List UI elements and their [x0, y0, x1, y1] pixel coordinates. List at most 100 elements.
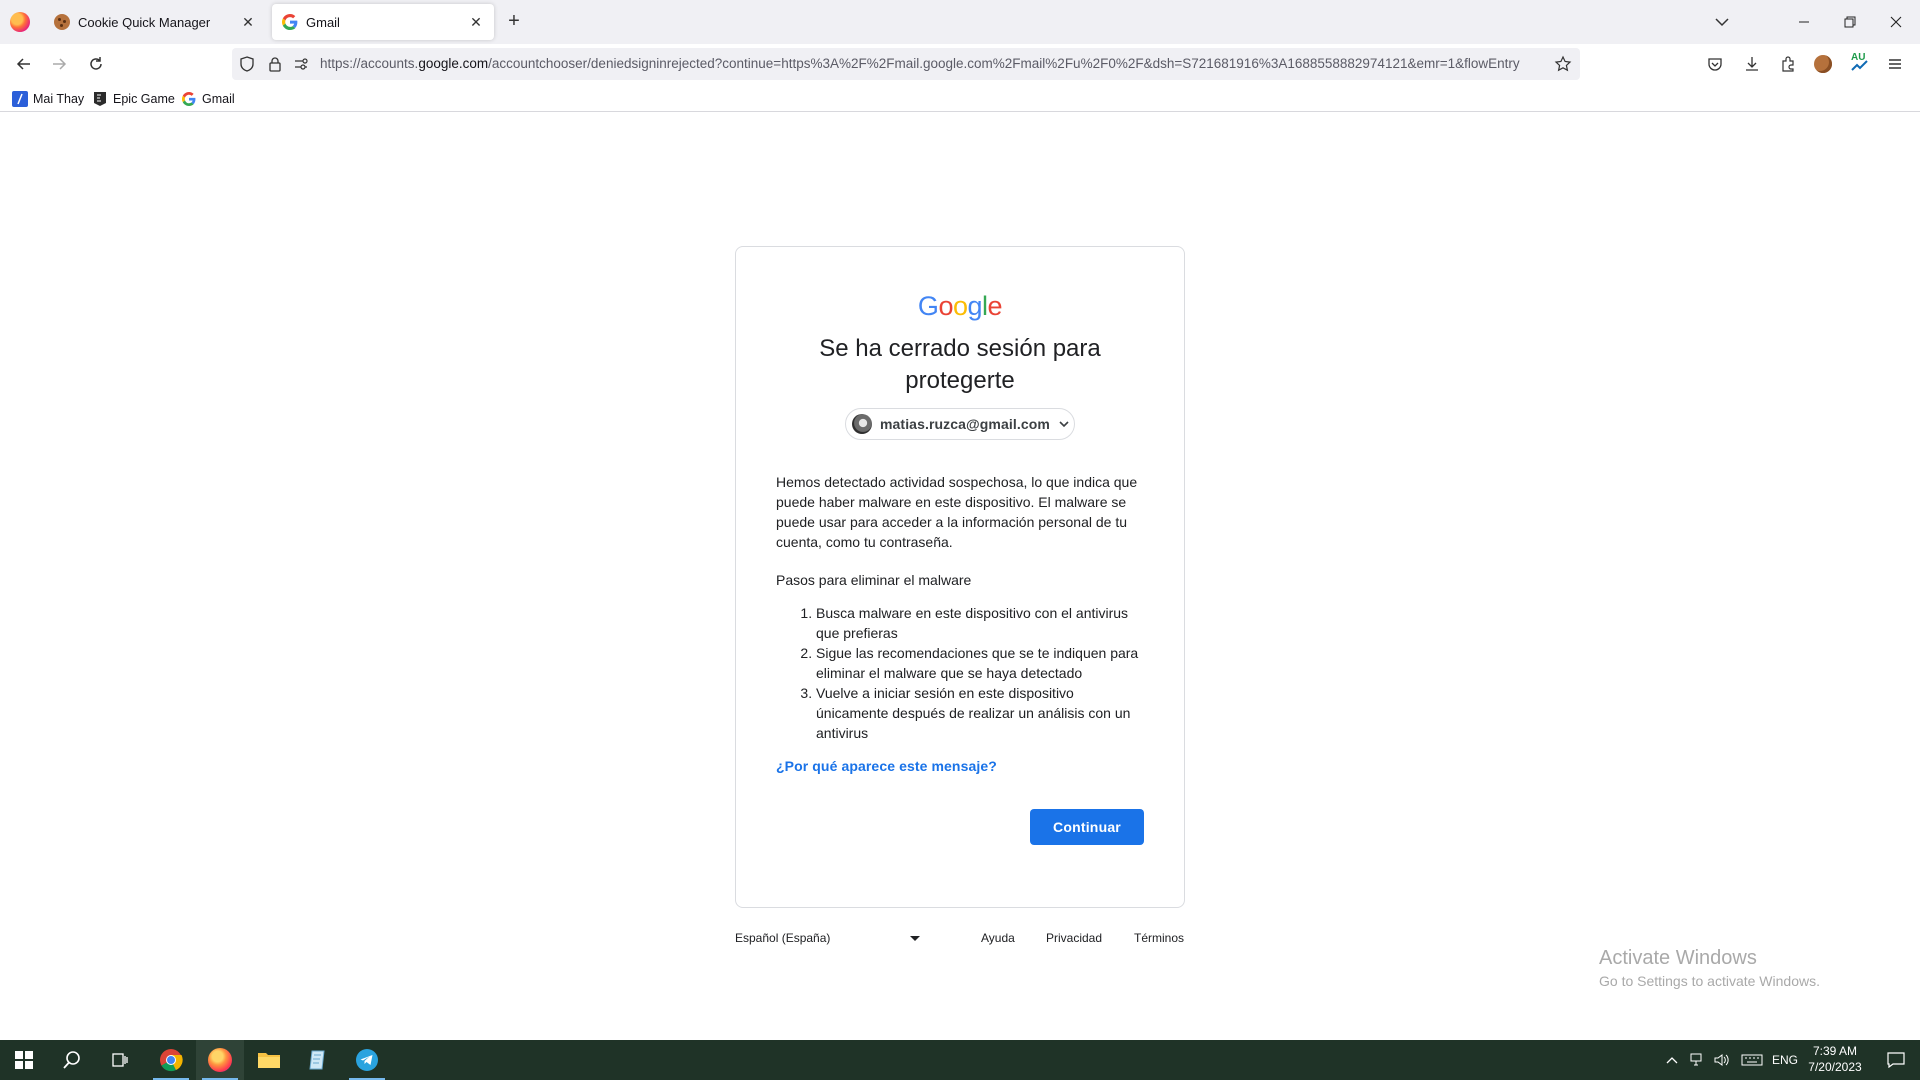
- bookmark-label: Epic Game: [113, 92, 175, 106]
- extensions-puzzle-icon[interactable]: [1776, 52, 1800, 76]
- watermark-subtitle: Go to Settings to activate Windows.: [1599, 973, 1820, 989]
- tab-title: Cookie Quick Manager: [78, 14, 211, 30]
- windows-logo-icon: [15, 1051, 33, 1069]
- touch-keyboard-button[interactable]: [1738, 1040, 1766, 1080]
- network-icon: [1690, 1053, 1702, 1066]
- search-button[interactable]: [48, 1040, 96, 1080]
- reload-button[interactable]: [84, 52, 108, 76]
- clock-time: 7:39 AM: [1812, 1044, 1858, 1058]
- tab-cookie-quick-manager[interactable]: Cookie Quick Manager ✕: [44, 4, 266, 40]
- au-extension-icon[interactable]: AU: [1848, 52, 1872, 76]
- bookmark-star-icon[interactable]: [1554, 55, 1572, 73]
- notification-center-button[interactable]: [1872, 1040, 1920, 1080]
- bookmarks-toolbar: Mai Thay Epic Game Gmail: [0, 84, 1920, 112]
- steps-list: Busca malware en este dispositivo con el…: [776, 603, 1148, 743]
- chevron-up-icon: [1666, 1057, 1678, 1064]
- close-window-button[interactable]: [1886, 12, 1906, 32]
- chevron-down-icon: [1059, 421, 1069, 428]
- language-select[interactable]: Español (España): [735, 928, 920, 948]
- activate-windows-watermark: Activate Windows Go to Settings to activ…: [1599, 946, 1820, 991]
- folder-icon: [258, 1053, 280, 1068]
- network-tray-button[interactable]: [1686, 1040, 1710, 1080]
- input-language-indicator[interactable]: ENG: [1772, 1053, 1798, 1067]
- speaker-icon: [1714, 1054, 1729, 1066]
- telegram-icon: [356, 1049, 378, 1071]
- list-item: Busca malware en este dispositivo con el…: [816, 603, 1148, 643]
- list-item: Vuelve a iniciar sesión en este disposit…: [816, 683, 1148, 743]
- cookie-extension-icon[interactable]: [1811, 52, 1835, 76]
- url-host: google.com: [418, 56, 489, 71]
- bookmark-label: Mai Thay: [33, 92, 85, 106]
- back-button[interactable]: [12, 52, 36, 76]
- file-explorer-taskbar-app[interactable]: [245, 1040, 293, 1080]
- epic-games-icon: [92, 91, 108, 107]
- list-item: Sigue las recomendaciones que se te indi…: [816, 643, 1148, 683]
- bookmark-epic-game[interactable]: Epic Game: [92, 90, 175, 108]
- close-tab-icon[interactable]: ✕: [236, 10, 260, 34]
- firefox-taskbar-app[interactable]: [196, 1040, 244, 1080]
- google-logo-letter: o: [952, 291, 968, 321]
- pocket-icon[interactable]: [1703, 52, 1727, 76]
- privacy-link[interactable]: Privacidad: [1046, 931, 1102, 945]
- google-g-icon: [181, 91, 197, 107]
- google-g-icon: [282, 14, 298, 30]
- search-icon: [63, 1051, 80, 1069]
- telegram-taskbar-app[interactable]: [343, 1040, 391, 1080]
- help-link[interactable]: Ayuda: [981, 931, 1015, 945]
- reload-icon: [90, 57, 102, 70]
- firefox-icon: [208, 1048, 232, 1072]
- minimize-window-button[interactable]: [1794, 12, 1814, 32]
- bookmark-mai-thay[interactable]: Mai Thay: [12, 90, 84, 108]
- forward-button[interactable]: [47, 52, 71, 76]
- url-text[interactable]: https://accounts.google.com/accountchoos…: [320, 56, 1550, 71]
- chrome-taskbar-app[interactable]: [147, 1040, 195, 1080]
- google-logo-letter: g: [967, 291, 983, 321]
- notepad-icon: [309, 1050, 325, 1070]
- caret-down-icon: [910, 935, 920, 941]
- warning-message: Hemos detectado actividad sospechosa, lo…: [776, 474, 1138, 550]
- tab-strip: Cookie Quick Manager ✕ Gmail ✕ +: [0, 0, 1920, 44]
- clock-date: 7/20/2023: [1808, 1060, 1862, 1074]
- google-logo-text: Google: [917, 291, 1003, 321]
- page-title: Se ha cerrado sesión para protegerte: [819, 335, 1101, 394]
- notification-icon: [1887, 1052, 1905, 1068]
- watermark-title: Activate Windows: [1599, 947, 1757, 969]
- notepad-taskbar-app[interactable]: [294, 1040, 342, 1080]
- slash-icon: [12, 91, 28, 107]
- tab-gmail[interactable]: Gmail ✕: [272, 4, 494, 40]
- url-path: /accountchooser/deniedsigninrejected?con…: [488, 56, 1520, 71]
- close-tab-icon[interactable]: ✕: [464, 10, 488, 34]
- language-selected-value: Español (España): [735, 931, 831, 945]
- signin-card: Google Se ha cerrado sesión para protege…: [735, 246, 1185, 908]
- google-logo-letter: G: [917, 291, 939, 321]
- keyboard-icon: [1741, 1054, 1763, 1066]
- page-footer: Español (España) Ayuda Privacidad Términ…: [735, 928, 1185, 948]
- firefox-view-icon[interactable]: [10, 12, 30, 32]
- tracking-protection-shield-icon[interactable]: [238, 55, 256, 73]
- bookmark-label: Gmail: [202, 92, 235, 106]
- chrome-icon: [160, 1049, 183, 1072]
- downloads-icon[interactable]: [1740, 52, 1764, 76]
- taskbar-clock[interactable]: 7:39 AM 7/20/2023: [1800, 1043, 1870, 1075]
- hamburger-menu-icon[interactable]: [1883, 52, 1907, 76]
- account-email: matias.ruzca@gmail.com: [880, 416, 1050, 432]
- address-bar[interactable]: https://accounts.google.com/accountchoos…: [232, 48, 1580, 80]
- url-prefix: https://accounts.: [320, 56, 419, 71]
- steps-title: Pasos para eliminar el malware: [776, 572, 972, 588]
- lock-icon[interactable]: [266, 55, 284, 73]
- permissions-icon[interactable]: [292, 55, 310, 73]
- task-view-button[interactable]: [96, 1040, 144, 1080]
- bookmark-gmail[interactable]: Gmail: [181, 90, 235, 108]
- show-hidden-icons-button[interactable]: [1660, 1040, 1684, 1080]
- forward-arrow-icon: [53, 58, 67, 70]
- start-button[interactable]: [0, 1040, 48, 1080]
- volume-tray-button[interactable]: [1710, 1040, 1734, 1080]
- back-arrow-icon: [16, 58, 30, 70]
- continue-button[interactable]: Continuar: [1030, 809, 1144, 845]
- new-tab-button[interactable]: +: [502, 10, 526, 34]
- terms-link[interactable]: Términos: [1134, 931, 1184, 945]
- why-message-link[interactable]: ¿Por qué aparece este mensaje?: [776, 758, 997, 774]
- restore-window-button[interactable]: [1840, 12, 1860, 32]
- account-chooser-chip[interactable]: matias.ruzca@gmail.com: [845, 408, 1075, 440]
- list-all-tabs-icon[interactable]: [1712, 12, 1732, 32]
